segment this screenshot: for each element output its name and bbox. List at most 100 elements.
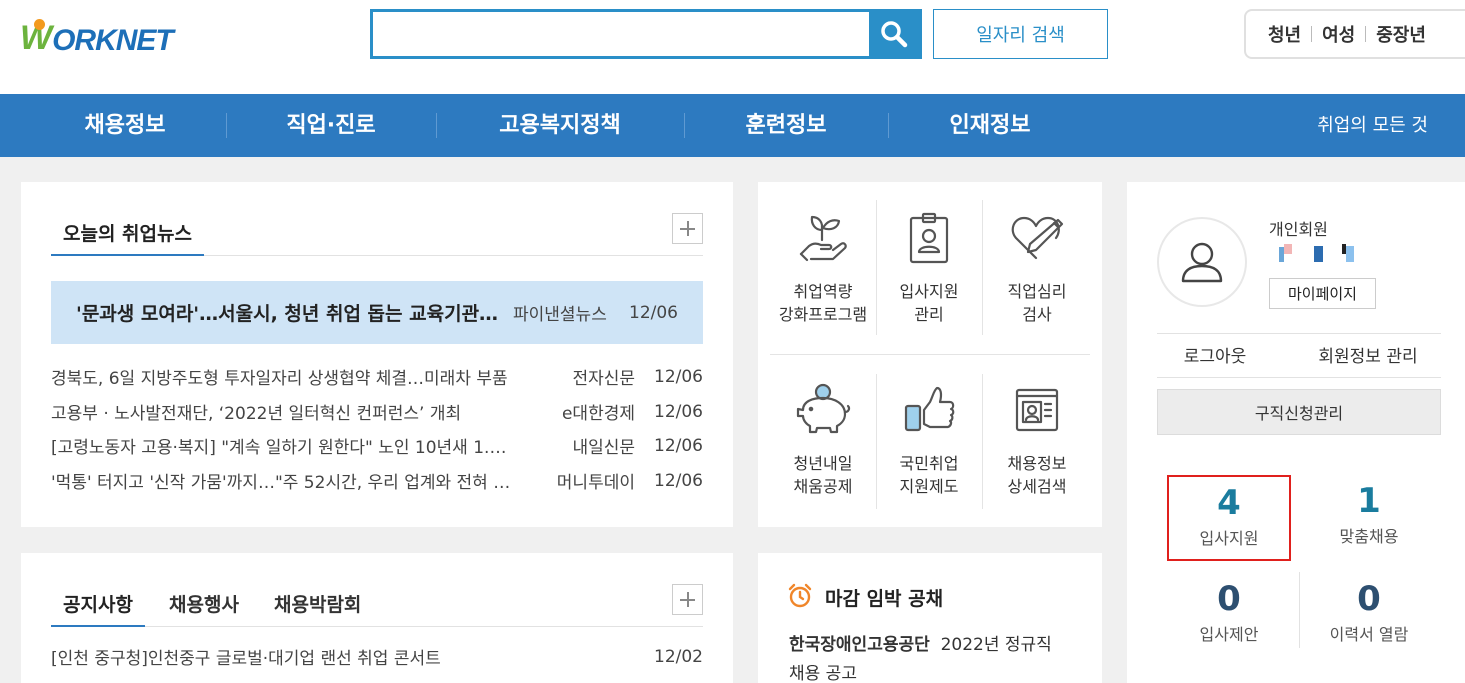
nav-divider xyxy=(436,113,437,138)
mypage-button[interactable]: 마이페이지 xyxy=(1269,278,1376,309)
stat-applications[interactable]: 4 입사지원 xyxy=(1167,475,1291,561)
seedling-hand-icon xyxy=(799,215,847,262)
avatar xyxy=(1157,217,1247,307)
services-panel: 취업역량 강화프로그램 입사지원 관리 직업심리 검사 청년내일 채움공제 국민… xyxy=(758,182,1102,527)
service-label: 국민취업 xyxy=(899,454,959,473)
stat-label: 입사제안 xyxy=(1199,625,1259,644)
service-youth-savings[interactable]: 청년내일 채움공제 xyxy=(770,380,876,498)
service-label: 취업역량 xyxy=(793,282,853,301)
worknet-logo[interactable]: W ORKNET xyxy=(20,12,174,58)
service-label: 채용정보 xyxy=(1007,454,1067,473)
divider xyxy=(1299,572,1300,648)
nav-item-welfare[interactable]: 고용복지정책 xyxy=(480,94,640,157)
job-request-button[interactable]: 구직신청관리 xyxy=(1157,389,1441,435)
tab-recruit-events[interactable]: 채용행사 xyxy=(157,583,251,627)
service-employability-program[interactable]: 취업역량 강화프로그램 xyxy=(770,208,876,326)
stat-custom-jobs[interactable]: 1 맞춤채용 xyxy=(1307,481,1431,547)
mask-block xyxy=(1284,244,1292,254)
news-date: 12/06 xyxy=(654,401,703,422)
audience-middle-aged[interactable]: 중장년 xyxy=(1376,21,1426,47)
logo-text: ORKNET xyxy=(52,24,174,57)
service-label: 청년내일 xyxy=(793,454,853,473)
service-application-management[interactable]: 입사지원 관리 xyxy=(876,208,982,326)
tab-notice[interactable]: 공지사항 xyxy=(51,583,145,627)
divider xyxy=(1157,333,1441,334)
news-tab-header: 오늘의 취업뉴스 xyxy=(51,182,703,256)
news-row[interactable]: 고용부 · 노사발전재단, ‘2022년 일터혁신 컨퍼런스’ 개최 e대한경제… xyxy=(51,394,703,429)
news-title: '먹통' 터지고 '신작 가뭄'까지…"주 52시간, 우리 업계와 전혀 맞지… xyxy=(51,473,511,493)
news-row[interactable]: [고령노동자 고용·복지] "계속 일하기 원한다" 노인 10년새 1.5배 … xyxy=(51,428,703,463)
notice-title: [인천 중구청]인천중구 글로벌·대기업 랜선 취업 콘서트 xyxy=(51,649,441,669)
user-icon xyxy=(1181,242,1223,283)
member-type: 개인회원 xyxy=(1269,220,1328,239)
logout-link[interactable]: 로그아웃 xyxy=(1157,342,1273,367)
header: W ORKNET 일자리 검색 청년 여성 중장년 xyxy=(0,0,1465,94)
nav-all-link[interactable]: 취업의 모든 것 xyxy=(1317,94,1428,157)
news-title: 고용부 · 노사발전재단, ‘2022년 일터혁신 컨퍼런스’ 개최 xyxy=(51,404,462,424)
tab-today-news[interactable]: 오늘의 취업뉴스 xyxy=(51,212,204,256)
scroll-document-icon xyxy=(1015,388,1059,432)
nav-item-recruit[interactable]: 채용정보 xyxy=(55,94,195,157)
nav-item-career[interactable]: 직업·진로 xyxy=(261,94,401,157)
notice-date: 12/02 xyxy=(654,646,703,667)
nav-item-training[interactable]: 훈련정보 xyxy=(716,94,856,157)
search-icon xyxy=(881,21,908,48)
news-row[interactable]: '먹통' 터지고 '신작 가뭄'까지…"주 52시간, 우리 업계와 전혀 맞지… xyxy=(51,463,703,498)
service-label: 강화프로그램 xyxy=(778,305,868,324)
news-date: 12/06 xyxy=(654,366,703,387)
piggy-bank-icon xyxy=(796,383,851,434)
news-source: e대한경제 xyxy=(561,404,635,424)
search-input[interactable] xyxy=(373,12,869,56)
featured-news[interactable]: '문과생 모여라'…서울시, 청년 취업 돕는 교육기관 모집 파이낸셜뉴스 1… xyxy=(51,281,703,344)
stat-resume-views[interactable]: 0 이력서 열람 xyxy=(1307,579,1431,645)
deadline-panel: 마감 임박 공채 한국장애인고용공단 2022년 정규직 채용 공고 xyxy=(758,553,1102,683)
featured-news-source: 파이낸셜뉴스 xyxy=(513,305,607,325)
divider xyxy=(982,374,983,509)
stat-number: 4 xyxy=(1217,483,1241,523)
service-job-detail-search[interactable]: 채용정보 상세검색 xyxy=(984,380,1090,498)
notice-row[interactable]: [인천 중구청]인천중구 글로벌·대기업 랜선 취업 콘서트 12/02 xyxy=(51,639,703,674)
nav-item-talent[interactable]: 인재정보 xyxy=(920,94,1060,157)
deadline-company: 한국장애인고용공단 xyxy=(789,635,930,655)
masked-username xyxy=(1279,244,1354,262)
deadline-title: 마감 임박 공채 xyxy=(825,588,944,610)
service-label: 직업심리 xyxy=(1007,282,1067,301)
mask-block xyxy=(1314,246,1323,262)
nav-divider xyxy=(684,113,685,138)
deadline-item-title-cont: 채용 공고 xyxy=(789,664,857,683)
member-manage-link[interactable]: 회원정보 관리 xyxy=(1295,342,1441,367)
notice-more-button[interactable] xyxy=(672,584,703,615)
id-card-icon xyxy=(909,212,949,264)
notice-panel: 공지사항 채용행사 채용박람회 [인천 중구청]인천중구 글로벌·대기업 랜선 … xyxy=(21,553,733,683)
news-panel: 오늘의 취업뉴스 '문과생 모여라'…서울시, 청년 취업 돕는 교육기관 모집… xyxy=(21,182,733,527)
main-nav: 채용정보 직업·진로 고용복지정책 훈련정보 인재정보 취업의 모든 것 xyxy=(0,94,1465,157)
deadline-item[interactable]: 한국장애인고용공단 2022년 정규직 채용 공고 xyxy=(789,631,1079,683)
service-label: 검사 xyxy=(1022,305,1052,324)
job-search-button[interactable]: 일자리 검색 xyxy=(933,9,1108,59)
nav-divider xyxy=(888,113,889,138)
service-label: 지원제도 xyxy=(899,477,959,496)
news-source: 내일신문 xyxy=(572,438,635,458)
news-source: 머니투데이 xyxy=(556,473,635,493)
service-psych-test[interactable]: 직업심리 검사 xyxy=(984,208,1090,326)
news-row[interactable]: 경북도, 6일 지방주도형 투자일자리 상생협약 체결…미래차 부품 전자신문 … xyxy=(51,359,703,394)
stat-number: 0 xyxy=(1217,579,1241,619)
news-more-button[interactable] xyxy=(672,213,703,244)
notice-tab-header: 공지사항 채용행사 채용박람회 xyxy=(51,553,703,627)
divider xyxy=(770,354,1090,355)
audience-youth[interactable]: 청년 xyxy=(1268,21,1301,47)
divider xyxy=(1157,377,1441,378)
service-label: 입사지원 xyxy=(899,282,959,301)
stat-label: 맞춤채용 xyxy=(1339,527,1399,546)
news-source: 전자신문 xyxy=(572,369,635,389)
deadline-item-title: 2022년 정규직 xyxy=(940,635,1052,655)
tab-job-fair[interactable]: 채용박람회 xyxy=(262,583,373,627)
service-label: 채움공제 xyxy=(793,477,853,496)
phone-thumbs-up-icon xyxy=(904,386,955,432)
search-button[interactable] xyxy=(869,12,919,56)
news-date: 12/06 xyxy=(654,435,703,456)
stat-offers[interactable]: 0 입사제안 xyxy=(1167,579,1291,645)
service-national-employment[interactable]: 국민취업 지원제도 xyxy=(876,380,982,498)
audience-women[interactable]: 여성 xyxy=(1322,21,1355,47)
mask-block xyxy=(1346,246,1354,262)
